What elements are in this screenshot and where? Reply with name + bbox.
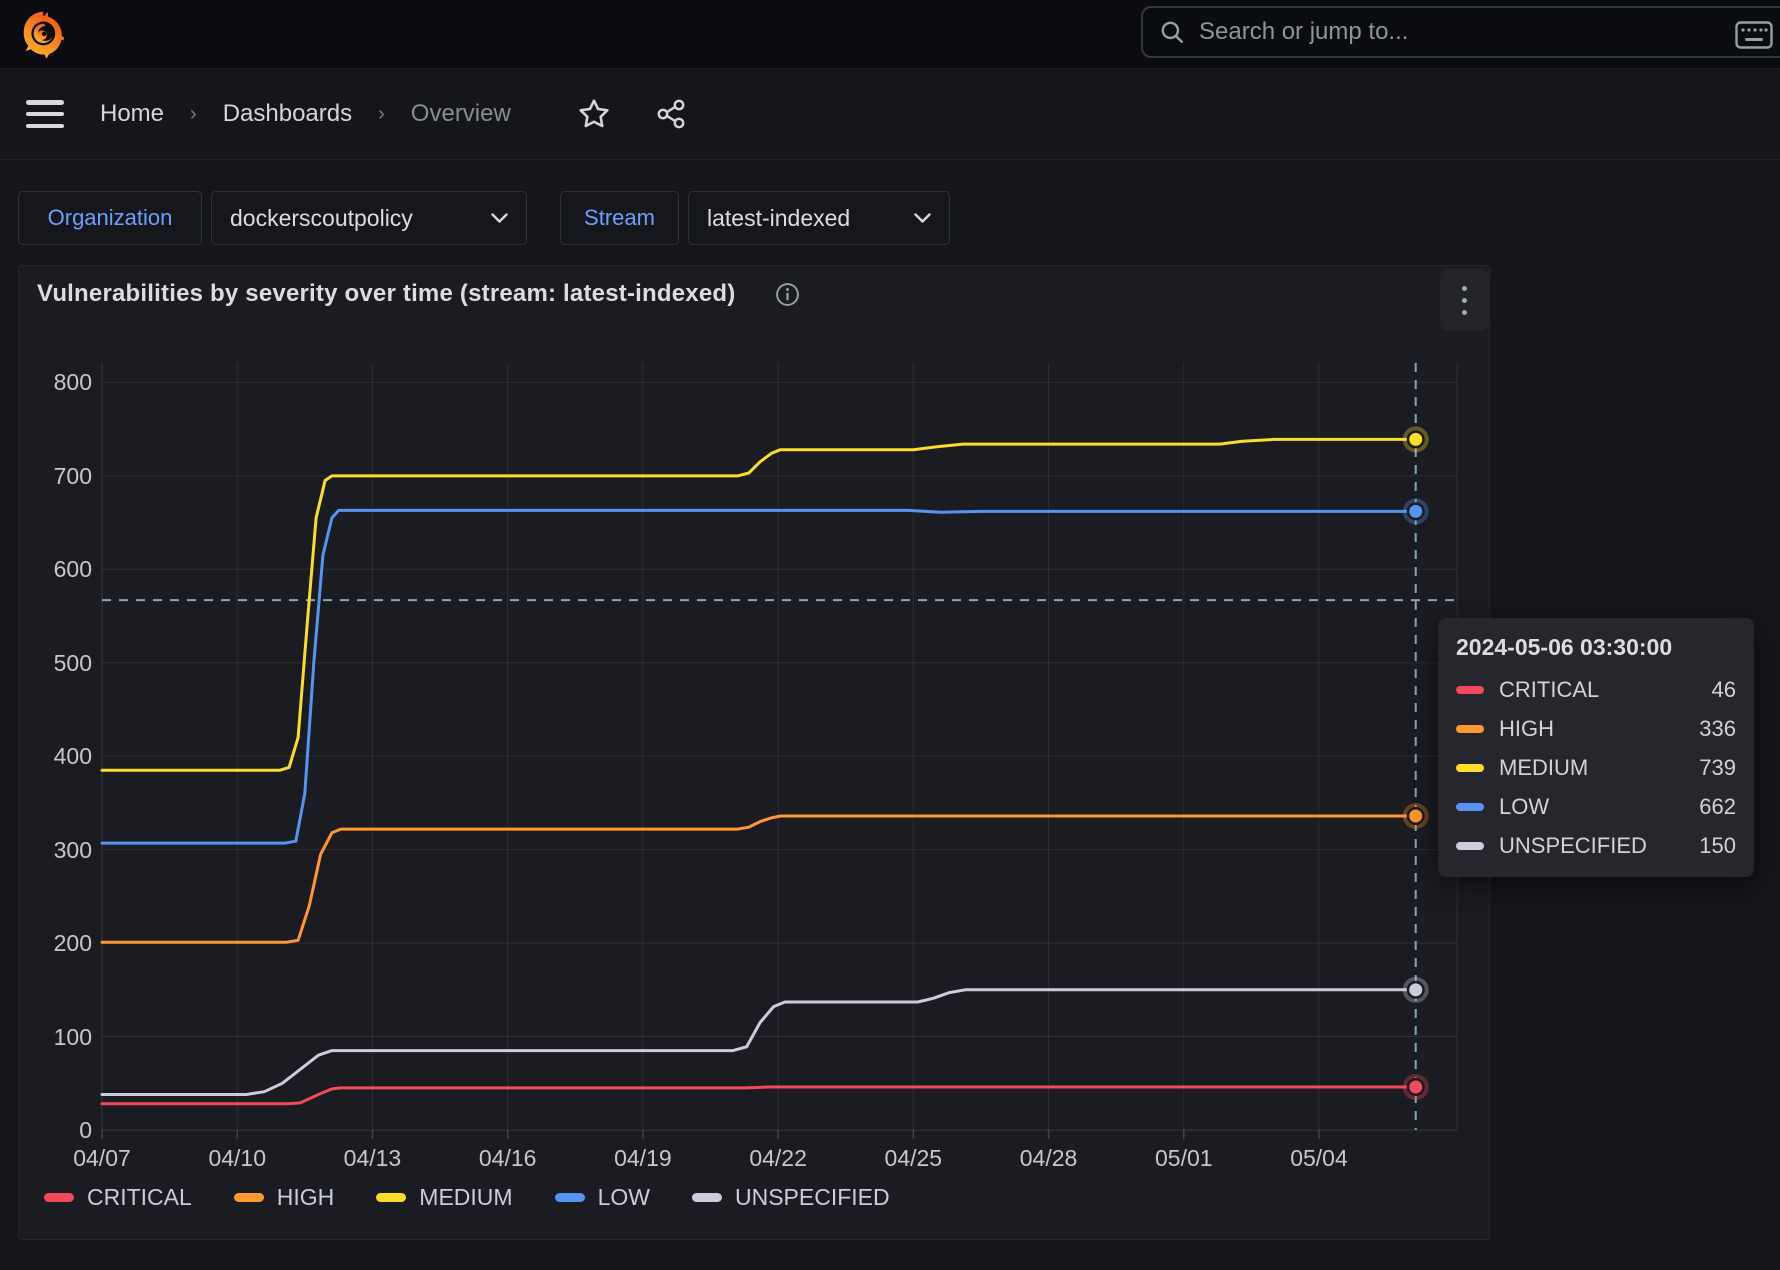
- x-tick-label: 04/16: [458, 1145, 558, 1172]
- x-tick-label: 04/13: [322, 1145, 422, 1172]
- series-endpoint-dot: [1409, 810, 1422, 823]
- tooltip-series-label: UNSPECIFIED: [1499, 833, 1699, 859]
- legend-swatch: [44, 1193, 74, 1202]
- series-endpoint-dot: [1409, 505, 1422, 518]
- legend-item-medium[interactable]: MEDIUM: [376, 1184, 512, 1211]
- tooltip-row-low: LOW662: [1456, 787, 1736, 826]
- tooltip-row-high: HIGH336: [1456, 709, 1736, 748]
- y-tick-label: 100: [20, 1024, 92, 1051]
- y-tick-label: 200: [20, 930, 92, 957]
- tooltip-swatch: [1456, 764, 1484, 772]
- chart-tooltip: 2024-05-06 03:30:00 CRITICAL46HIGH336MED…: [1438, 618, 1754, 877]
- x-tick-label: 04/28: [999, 1145, 1099, 1172]
- series-line-medium: [102, 439, 1416, 770]
- y-tick-label: 500: [20, 650, 92, 677]
- legend-label: UNSPECIFIED: [735, 1184, 890, 1211]
- tooltip-row-unspecified: UNSPECIFIED150: [1456, 826, 1736, 865]
- tooltip-series-label: HIGH: [1499, 716, 1699, 742]
- tooltip-swatch: [1456, 725, 1484, 733]
- y-tick-label: 800: [20, 369, 92, 396]
- legend-label: CRITICAL: [87, 1184, 192, 1211]
- tooltip-series-label: CRITICAL: [1499, 677, 1712, 703]
- x-tick-label: 04/25: [863, 1145, 963, 1172]
- tooltip-series-value: 662: [1699, 794, 1736, 820]
- legend-item-unspecified[interactable]: UNSPECIFIED: [692, 1184, 890, 1211]
- x-tick-label: 04/07: [52, 1145, 152, 1172]
- y-tick-label: 400: [20, 743, 92, 770]
- legend-label: LOW: [598, 1184, 650, 1211]
- series-endpoint-dot: [1409, 983, 1422, 996]
- legend-label: MEDIUM: [419, 1184, 512, 1211]
- y-tick-label: 0: [20, 1117, 92, 1144]
- legend-swatch: [692, 1193, 722, 1202]
- legend-swatch: [376, 1193, 406, 1202]
- series-line-critical: [102, 1087, 1416, 1104]
- tooltip-series-value: 739: [1699, 755, 1736, 781]
- legend-item-critical[interactable]: CRITICAL: [44, 1184, 192, 1211]
- series-line-low: [102, 510, 1416, 843]
- legend-item-low[interactable]: LOW: [555, 1184, 650, 1211]
- series-endpoint-dot: [1409, 433, 1422, 446]
- tooltip-series-value: 150: [1699, 833, 1736, 859]
- tooltip-series-label: MEDIUM: [1499, 755, 1699, 781]
- grafana-app: Search or jump to... Home › Dashboards ›…: [0, 0, 1780, 1270]
- tooltip-swatch: [1456, 842, 1484, 850]
- series-line-unspecified: [102, 990, 1416, 1095]
- legend-item-high[interactable]: HIGH: [234, 1184, 335, 1211]
- x-tick-label: 04/19: [593, 1145, 693, 1172]
- y-tick-label: 600: [20, 556, 92, 583]
- tooltip-series-label: LOW: [1499, 794, 1699, 820]
- tooltip-series-value: 336: [1699, 716, 1736, 742]
- legend-swatch: [555, 1193, 585, 1202]
- tooltip-swatch: [1456, 803, 1484, 811]
- tooltip-timestamp: 2024-05-06 03:30:00: [1456, 634, 1736, 661]
- x-tick-label: 05/01: [1134, 1145, 1234, 1172]
- tooltip-row-medium: MEDIUM739: [1456, 748, 1736, 787]
- tooltip-swatch: [1456, 686, 1484, 694]
- x-tick-label: 04/10: [187, 1145, 287, 1172]
- y-tick-label: 700: [20, 463, 92, 490]
- x-tick-label: 05/04: [1269, 1145, 1369, 1172]
- x-tick-label: 04/22: [728, 1145, 828, 1172]
- chart-legend: CRITICAL HIGH MEDIUM LOW UNSPECIFIED: [44, 1184, 932, 1211]
- y-tick-label: 300: [20, 837, 92, 864]
- tooltip-row-critical: CRITICAL46: [1456, 670, 1736, 709]
- series-line-high: [102, 816, 1416, 942]
- legend-swatch: [234, 1193, 264, 1202]
- legend-label: HIGH: [277, 1184, 335, 1211]
- tooltip-series-value: 46: [1712, 677, 1736, 703]
- series-endpoint-dot: [1409, 1081, 1422, 1094]
